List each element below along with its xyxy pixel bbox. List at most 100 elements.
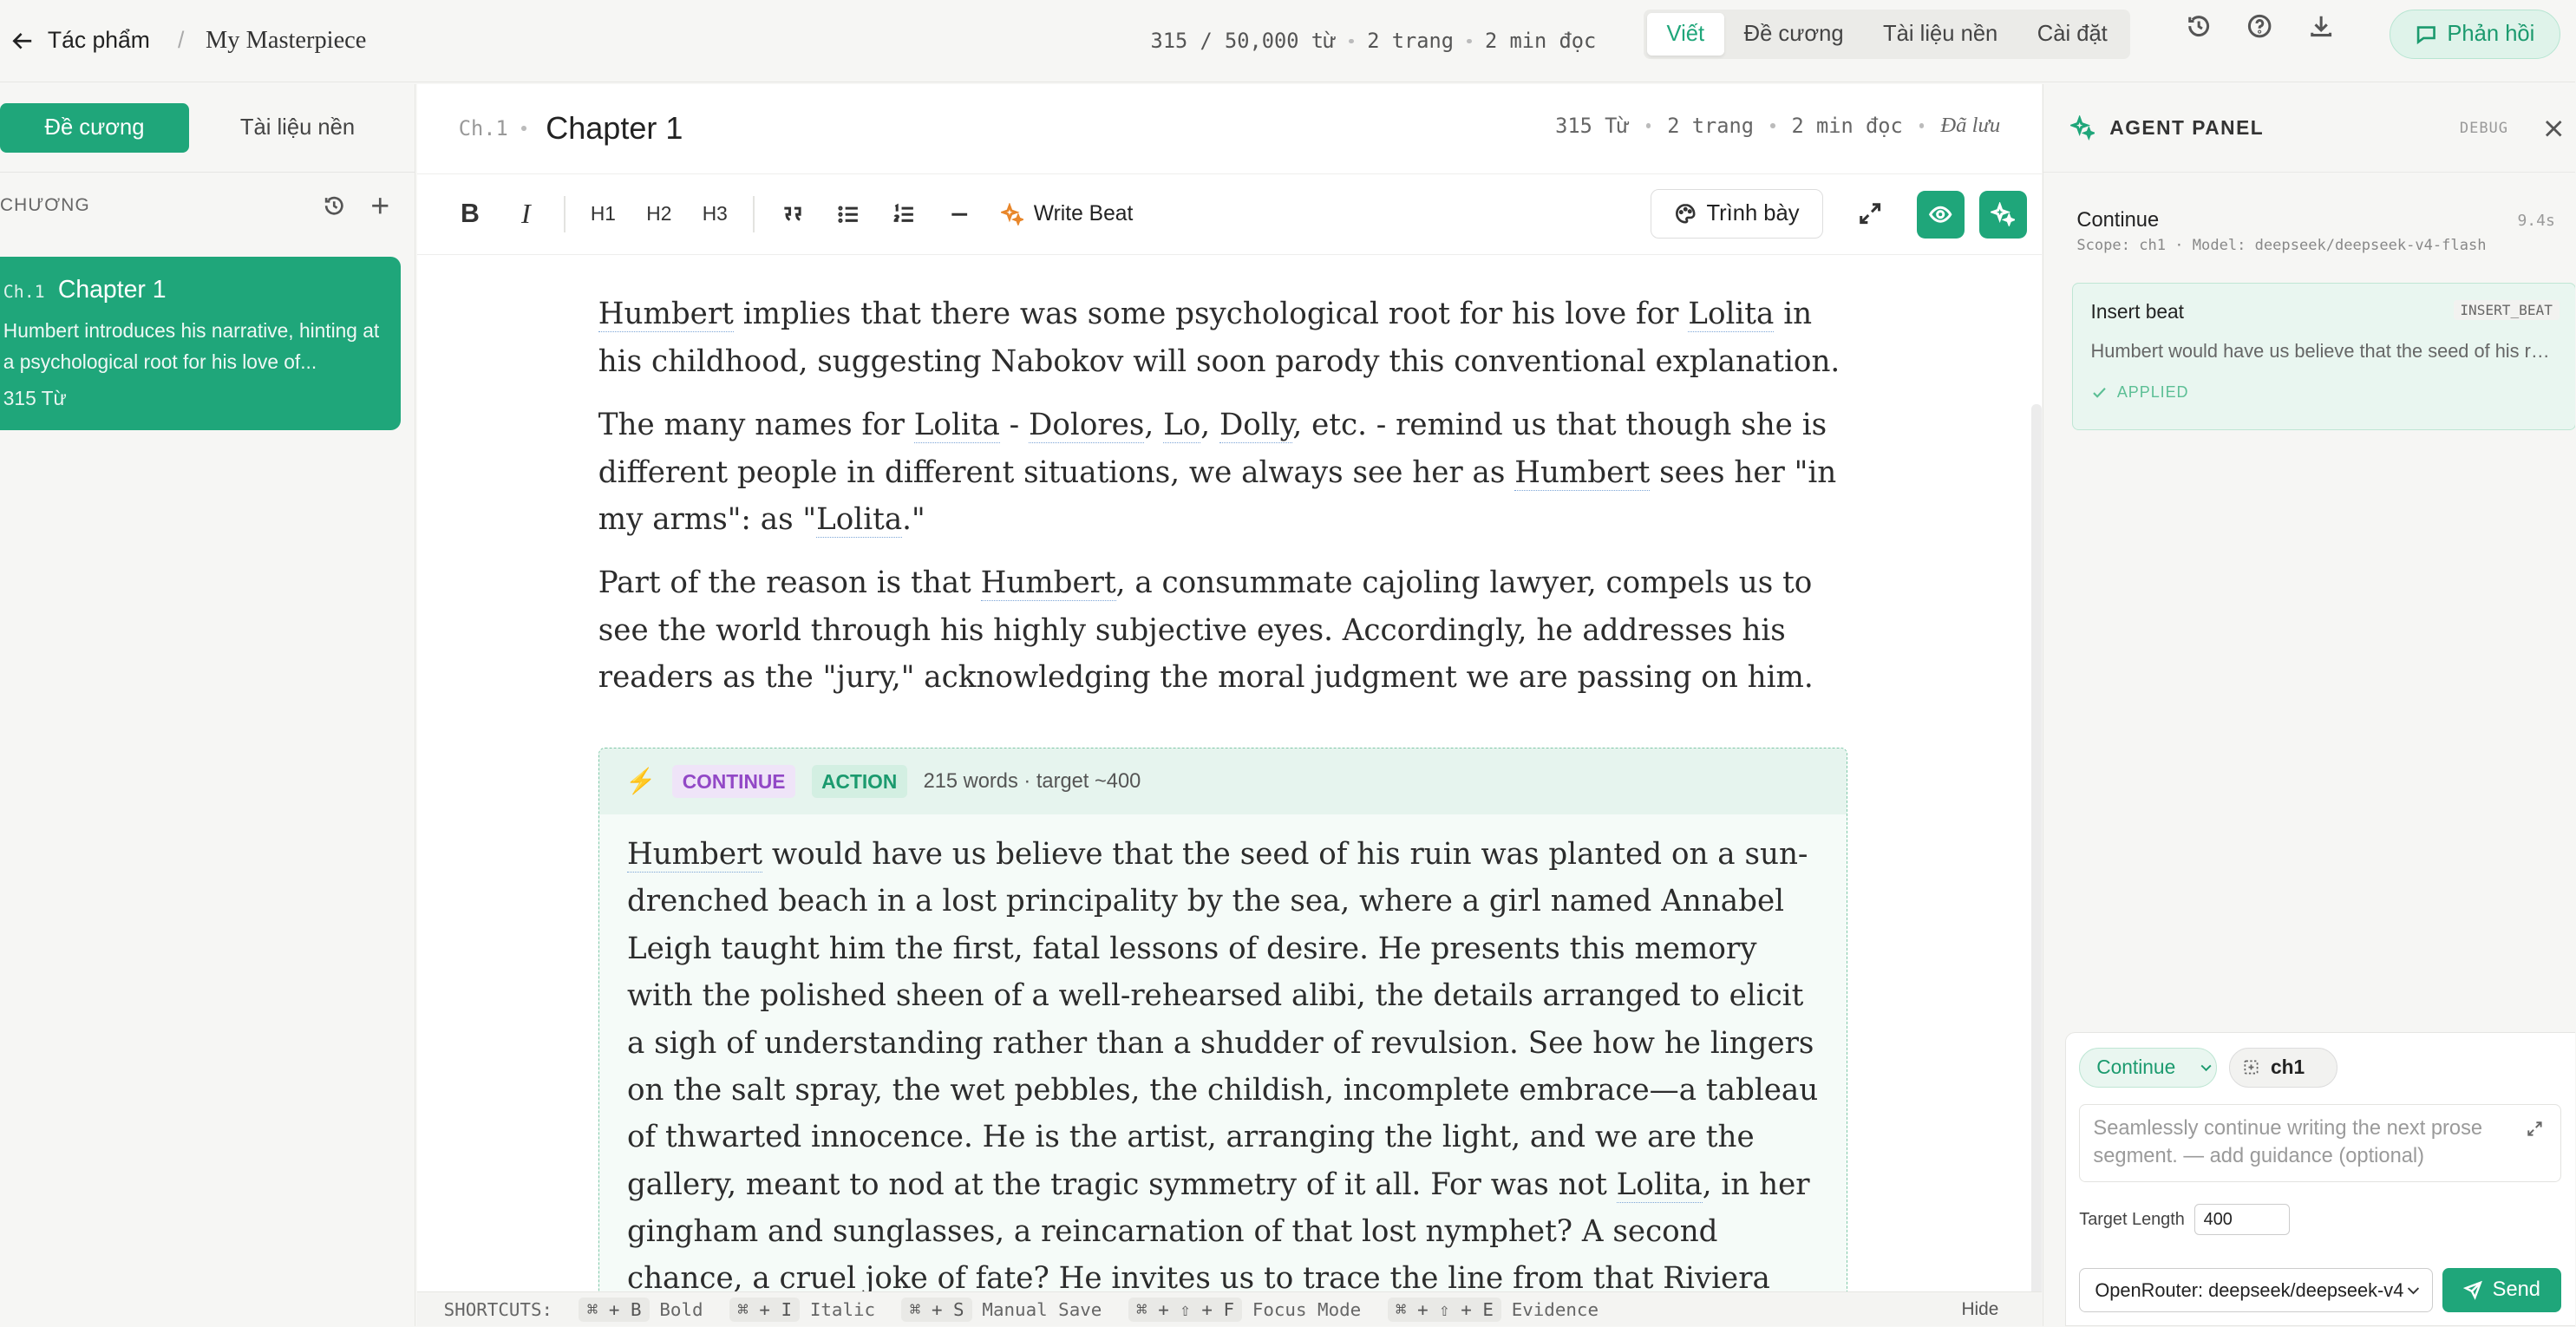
editor-chapter-number: Ch.1 (458, 116, 508, 141)
palette-icon (1675, 204, 1696, 224)
add-chapter-icon[interactable] (369, 194, 392, 218)
prose-text-run: The many names for (598, 408, 914, 443)
character-name[interactable]: Humbert (980, 565, 1116, 602)
divider-button[interactable] (932, 189, 987, 239)
project-title: My Masterpiece (206, 26, 367, 54)
preview-toggle-button[interactable] (1916, 190, 1965, 239)
feedback-label: Phản hồi (2447, 22, 2535, 47)
chevron-down-icon (2408, 1287, 2420, 1295)
character-name[interactable]: Lolita (816, 501, 903, 538)
beat-text-run: would have us believe that the seed of h… (626, 836, 1819, 1202)
shortcut-item: ⌘ + I Italic (729, 1297, 876, 1322)
history-icon[interactable] (2186, 13, 2212, 46)
help-icon[interactable] (2246, 13, 2272, 46)
download-icon[interactable] (2308, 13, 2334, 46)
character-name[interactable]: Lolita (1616, 1167, 1703, 1203)
document-area[interactable]: Humbert implies that there was some psyc… (417, 257, 2041, 1292)
hide-shortcuts-button[interactable]: Hide (1961, 1299, 1998, 1320)
character-name[interactable]: Dolly (1219, 408, 1293, 444)
editor-word-count: 315 Từ (1555, 113, 1630, 138)
editor-header: Ch.1 Chapter 1 315 Từ 2 trang 2 min đọc … (417, 84, 2042, 174)
prose-content[interactable]: Humbert implies that there was some psyc… (598, 291, 1847, 717)
target-length-input[interactable]: 400 (2194, 1204, 2291, 1236)
feedback-button[interactable]: Phản hồi (2390, 10, 2561, 60)
character-name[interactable]: Lolita (1688, 297, 1775, 333)
history-icon[interactable] (323, 194, 346, 218)
agent-composer: Continue ch1 Seamlessly continue writing… (2065, 1032, 2576, 1327)
sidebar-tab-reference[interactable]: Tài liệu nền (189, 103, 406, 153)
chapter-card[interactable]: Ch.1 Chapter 1 Humbert introduces his na… (0, 256, 402, 431)
prose-text-run: implies that there was some psychologica… (733, 297, 1689, 332)
quote-button[interactable] (764, 189, 820, 239)
bolt-icon: ⚡ (625, 768, 657, 796)
tab-settings[interactable]: Cài đặt (2017, 13, 2128, 56)
prose-paragraph[interactable]: Humbert implies that there was some psyc… (598, 291, 1847, 385)
back-to-works-link[interactable]: Tác phẩm (11, 27, 150, 54)
close-agent-panel-button[interactable] (2542, 117, 2566, 147)
editor-read-time: 2 min đọc (1791, 113, 1903, 138)
composer-controls: Continue ch1 (2079, 1048, 2337, 1088)
italic-button[interactable]: I (498, 189, 553, 239)
guidance-input[interactable]: Seamlessly continue writing the next pro… (2079, 1103, 2561, 1183)
send-button[interactable]: Send (2442, 1268, 2561, 1313)
numbered-list-button[interactable] (876, 189, 932, 239)
heading2-button[interactable]: H2 (631, 189, 687, 239)
editor-chapter-title[interactable]: Chapter 1 (546, 110, 683, 147)
editor-page-count: 2 trang (1667, 113, 1754, 138)
model-select[interactable]: OpenRouter: deepseek/deepseek-v4 (2079, 1268, 2433, 1313)
agent-run-item[interactable]: Continue Scope: ch1 · Model: deepseek/de… (2059, 189, 2562, 261)
character-name[interactable]: Dolores (1029, 408, 1145, 444)
character-name[interactable]: Humbert (626, 836, 763, 873)
shortcut-desc: Italic (809, 1298, 876, 1320)
prose-text-run: , (1144, 408, 1164, 443)
shortcut-desc: Evidence (1511, 1298, 1599, 1320)
header-divider (520, 126, 526, 132)
continue-beat-block[interactable]: ⚡ CONTINUE ACTION 215 words · target ~40… (598, 748, 1847, 1292)
send-label: Send (2492, 1278, 2540, 1302)
bullet-list-button[interactable] (821, 189, 876, 239)
toolbar-divider (752, 195, 755, 232)
write-beat-button[interactable]: Write Beat (1000, 202, 1133, 226)
tab-outline[interactable]: Đề cương (1724, 13, 1863, 56)
expand-guidance-button[interactable] (2526, 1118, 2544, 1146)
scope-value: ch1 (2271, 1056, 2305, 1079)
shortcut-item: ⌘ + ⇧ + E Evidence (1387, 1297, 1599, 1322)
present-button[interactable]: Trình bày (1650, 188, 1823, 239)
beat-text[interactable]: Humbert would have us believe that the s… (599, 814, 1847, 1291)
event-status: APPLIED (2091, 383, 2560, 402)
scope-chip[interactable]: ch1 (2228, 1048, 2337, 1088)
beat-type-badge: CONTINUE (672, 764, 795, 799)
heading3-button[interactable]: H3 (687, 189, 742, 239)
top-bar: Tác phẩm / My Masterpiece 315 / 50,000 t… (0, 0, 2576, 82)
run-duration: 9.4s (2517, 212, 2555, 231)
character-name[interactable]: Lo (1163, 408, 1201, 444)
fullscreen-button[interactable] (1857, 200, 1883, 233)
event-tag: INSERT_BEAT (2453, 299, 2560, 320)
left-sidebar: Đề cương Tài liệu nền CHƯƠNG Ch.1 Chapte… (0, 83, 416, 1327)
editor-scrollbar[interactable] (2031, 404, 2042, 1325)
heading1-button[interactable]: H1 (575, 189, 631, 239)
shortcut-key: ⌘ + S (901, 1297, 973, 1322)
character-name[interactable]: Lolita (913, 408, 1000, 444)
character-name[interactable]: Humbert (1514, 454, 1651, 491)
sparkles-icon (1000, 202, 1024, 226)
chapter-summary: Humbert introduces his narrative, hintin… (3, 318, 380, 373)
tab-write[interactable]: Viết (1646, 13, 1724, 56)
tab-reference[interactable]: Tài liệu nền (1863, 13, 2017, 56)
sidebar-tab-outline[interactable]: Đề cương (0, 102, 189, 153)
agent-mode-select[interactable]: Continue (2079, 1048, 2218, 1088)
shortcut-key: ⌘ + I (729, 1297, 801, 1322)
document-stats: 315 / 50,000 từ 2 trang 2 min đọc (1151, 0, 1597, 82)
bold-button[interactable]: B (442, 189, 498, 239)
prose-paragraph[interactable]: The many names for Lolita - Dolores, Lo,… (598, 402, 1847, 543)
agent-panel-header: AGENT PANEL DEBUG (2043, 84, 2576, 173)
agent-event-card[interactable]: Insert beat INSERT_BEAT Humbert would ha… (2071, 282, 2576, 431)
character-name[interactable]: Humbert (598, 297, 734, 333)
check-icon (2092, 388, 2106, 399)
beat-header: ⚡ CONTINUE ACTION 215 words · target ~40… (598, 748, 1847, 814)
prose-paragraph[interactable]: Part of the reason is that Humbert, a co… (598, 559, 1847, 701)
numbered-list-icon (893, 203, 913, 222)
agent-toggle-button[interactable] (1978, 190, 2027, 239)
event-text: Humbert would have us believe that the s… (2090, 339, 2556, 362)
debug-toggle[interactable]: DEBUG (2460, 120, 2508, 137)
